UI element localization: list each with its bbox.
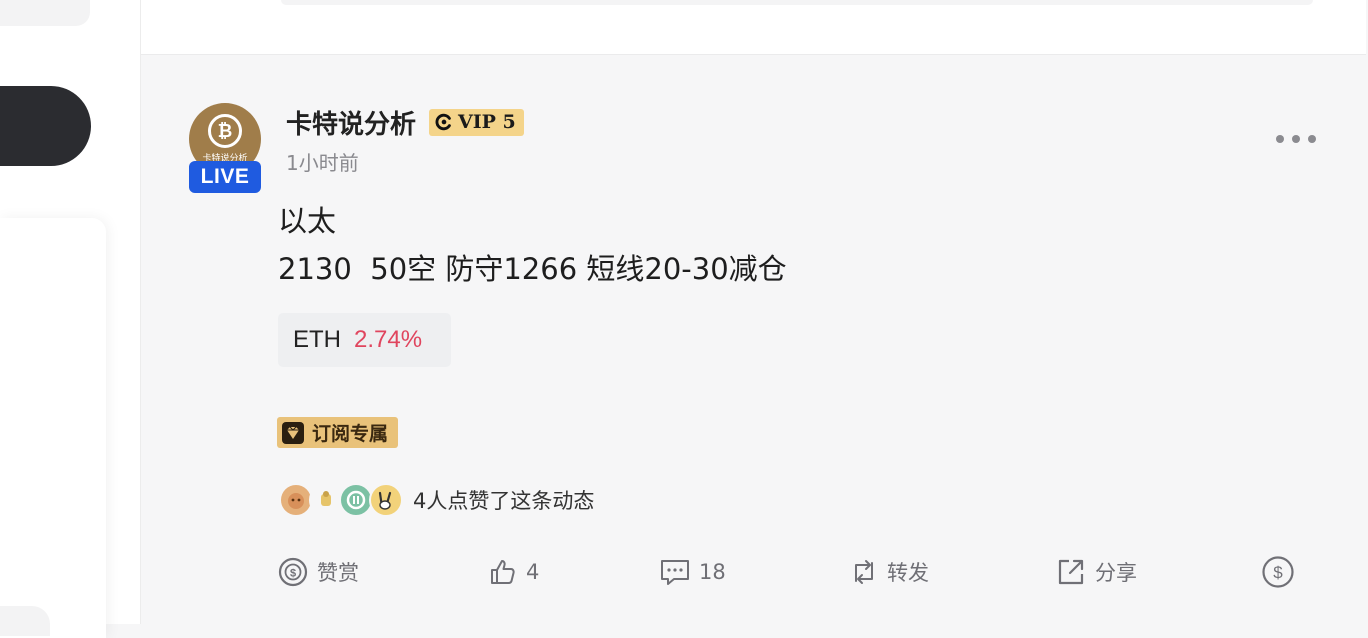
donate-button[interactable]: $	[1261, 554, 1303, 590]
more-icon[interactable]	[1276, 127, 1316, 151]
subscription-badge: 订阅专属	[277, 417, 399, 448]
repost-button[interactable]: 转发	[849, 554, 929, 590]
share-icon	[1058, 559, 1084, 585]
tip-button[interactable]: $ 赞赏	[277, 554, 359, 590]
left-sidebar	[0, 0, 141, 638]
dollar-icon: $	[1262, 556, 1294, 588]
live-badge[interactable]: LIVE	[189, 161, 261, 193]
comment-button[interactable]: 18	[659, 554, 726, 590]
liker-avatar[interactable]	[339, 483, 373, 517]
previous-post	[141, 0, 1366, 55]
vip-label: VIP 5	[458, 111, 516, 133]
tip-coin-icon: $	[278, 557, 308, 587]
svg-text:$: $	[290, 568, 296, 580]
diamond-icon	[282, 421, 304, 444]
feed-post: ₿ 卡特说分析 LIVE 卡特说分析 VIP 5 1小时前 以太 2130 50…	[141, 55, 1366, 624]
action-bar: $ 赞赏 4 18 转发 分享 $	[277, 554, 1297, 590]
ticker-change: 2.74%	[354, 326, 423, 353]
vip-icon	[435, 113, 451, 131]
tip-label: 赞赏	[317, 561, 359, 585]
like-button[interactable]: 4	[488, 554, 539, 590]
ticker-symbol: ETH	[293, 326, 341, 353]
sidebar-top-item[interactable]	[0, 0, 90, 26]
bitcoin-logo-icon: ₿	[208, 114, 242, 148]
repost-icon	[855, 560, 873, 584]
post-time: 1小时前	[286, 151, 359, 175]
thumbs-up-icon	[491, 560, 515, 584]
vip-badge: VIP 5	[429, 108, 524, 136]
share-label: 分享	[1095, 561, 1137, 585]
sidebar-active-pill[interactable]	[0, 86, 91, 166]
ticker-chip[interactable]: ETH 2.74%	[278, 313, 451, 367]
feed: ₿ 卡特说分析 LIVE 卡特说分析 VIP 5 1小时前 以太 2130 50…	[141, 0, 1368, 624]
author-name[interactable]: 卡特说分析	[286, 104, 416, 141]
repost-label: 转发	[887, 561, 929, 585]
share-button[interactable]: 分享	[1055, 554, 1137, 590]
post-content[interactable]: 以太 2130 50空 防守1266 短线20-30减仓	[278, 197, 787, 293]
likers-row[interactable]: 4人点赞了这条动态	[279, 482, 594, 518]
liker-avatar[interactable]	[309, 483, 343, 517]
author-row: 卡特说分析 VIP 5	[286, 104, 524, 141]
author-avatar-wrapper[interactable]: ₿ 卡特说分析 LIVE	[189, 103, 261, 193]
previous-post-card	[281, 0, 1313, 5]
liker-avatar[interactable]	[279, 483, 313, 517]
content-line: 2130 50空 防守1266 短线20-30减仓	[278, 252, 787, 286]
likers-text: 4人点赞了这条动态	[413, 489, 595, 513]
subscription-label: 订阅专属	[312, 423, 389, 445]
sidebar-bottom-item[interactable]	[0, 606, 50, 636]
sidebar-card	[0, 218, 106, 638]
liker-avatar[interactable]	[369, 483, 403, 517]
content-line: 以太	[278, 204, 337, 238]
like-count: 4	[526, 560, 540, 584]
comment-count: 18	[699, 560, 726, 584]
comment-icon	[661, 560, 689, 585]
svg-text:$: $	[1273, 563, 1283, 582]
